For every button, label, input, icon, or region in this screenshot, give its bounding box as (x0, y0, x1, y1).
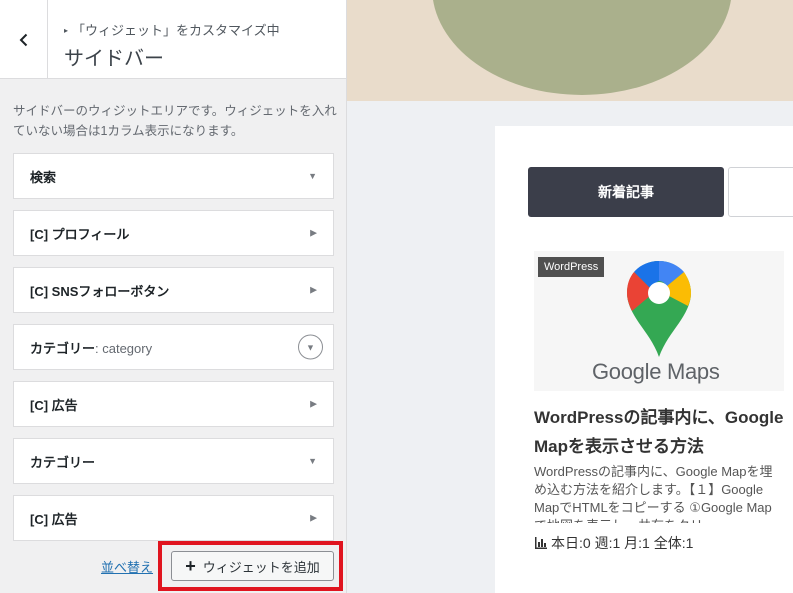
triangle-right-icon: ▸ (64, 26, 69, 35)
widget-title: [C] 広告 (30, 395, 78, 414)
panel-header: ▸ 「ウィジェット」をカスタマイズ中 サイドバー (0, 0, 346, 79)
widget-label: 検索 (30, 169, 57, 185)
post-excerpt: WordPressの記事内に、Google Mapを埋め込む方法を紹介します。【… (534, 464, 773, 523)
sidebar-card: 新着記事 WordPress Google Maps WordPressの記事内… (495, 126, 793, 593)
breadcrumb-text: 「ウィジェット」をカスタマイズ中 (72, 23, 280, 38)
widget-ad-2[interactable]: [C] 広告 ▶ (13, 495, 334, 541)
widget-label: [C] 広告 (30, 511, 78, 527)
tab-new-posts[interactable]: 新着記事 (528, 167, 724, 217)
add-widget-label: ウィジェットを追加 (202, 559, 320, 575)
triangle-down-icon[interactable]: ▼ (298, 334, 323, 360)
triangle-right-icon[interactable]: ▶ (310, 285, 317, 296)
post-thumbnail[interactable]: WordPress Google Maps (534, 251, 784, 391)
widget-profile[interactable]: [C] プロフィール ▶ (13, 210, 334, 256)
widget-label: カテゴリー (30, 340, 96, 356)
widget-ad-1[interactable]: [C] 広告 ▶ (13, 381, 334, 427)
widget-category-1[interactable]: カテゴリー: category ▼ (13, 324, 334, 370)
add-widget-button[interactable]: + ウィジェットを追加 (171, 551, 334, 581)
google-maps-pin-icon (627, 261, 691, 357)
thumbnail-text: Google Maps (592, 359, 720, 384)
triangle-down-icon[interactable]: ▼ (308, 456, 317, 466)
widget-category-2[interactable]: カテゴリー ▼ (13, 438, 334, 484)
customizer-panel: ▸ 「ウィジェット」をカスタマイズ中 サイドバー サイドバーのウィジットエリアです… (0, 0, 347, 593)
widget-title: [C] 広告 (30, 509, 78, 528)
triangle-right-icon[interactable]: ▶ (310, 228, 317, 239)
widget-title: カテゴリー (30, 452, 95, 471)
category-badge: WordPress (538, 257, 605, 277)
widget-search[interactable]: 検索 ▼ (13, 153, 334, 199)
view-counts-text: 本日:0 週:1 月:1 全体:1 (551, 535, 694, 551)
tab-popular[interactable] (728, 167, 793, 217)
widget-label: [C] 広告 (30, 397, 78, 413)
reorder-link[interactable]: 並べ替え (101, 557, 153, 576)
post-title[interactable]: WordPressの記事内に、Google Mapを表示させる方法 (534, 403, 790, 461)
section-title: サイドバー (64, 48, 164, 70)
view-counts: 本日:0 週:1 月:1 全体:1 (534, 533, 693, 553)
triangle-right-icon[interactable]: ▶ (310, 399, 317, 410)
widget-title: 検索 (30, 167, 56, 186)
header-image-shape (432, 0, 732, 95)
widget-sns-follow[interactable]: [C] SNSフォローボタン ▶ (13, 267, 334, 313)
widget-label: カテゴリー (30, 454, 96, 470)
triangle-right-icon[interactable]: ▶ (310, 513, 317, 524)
back-button[interactable] (0, 0, 48, 79)
plus-icon: + (185, 556, 196, 576)
widget-area-description: サイドバーのウィジットエリアです。ウィジェットを入れていない場合は1カラム表示に… (13, 104, 337, 138)
breadcrumb: ▸ 「ウィジェット」をカスタマイズ中 (64, 20, 280, 39)
bar-chart-icon (535, 537, 547, 549)
triangle-down-icon[interactable]: ▼ (308, 171, 317, 181)
header-image (347, 0, 793, 101)
widget-sublabel: : category (95, 340, 153, 356)
widget-title: [C] SNSフォローボタン (30, 281, 169, 300)
site-preview: 新着記事 WordPress Google Maps WordPressの記事内… (347, 0, 793, 593)
widget-title: カテゴリー: category (30, 338, 152, 357)
chevron-left-icon (19, 33, 27, 46)
widget-title: [C] プロフィール (30, 224, 129, 243)
widget-label: [C] SNSフォローボタン (30, 283, 170, 299)
widget-label: [C] プロフィール (30, 226, 130, 242)
